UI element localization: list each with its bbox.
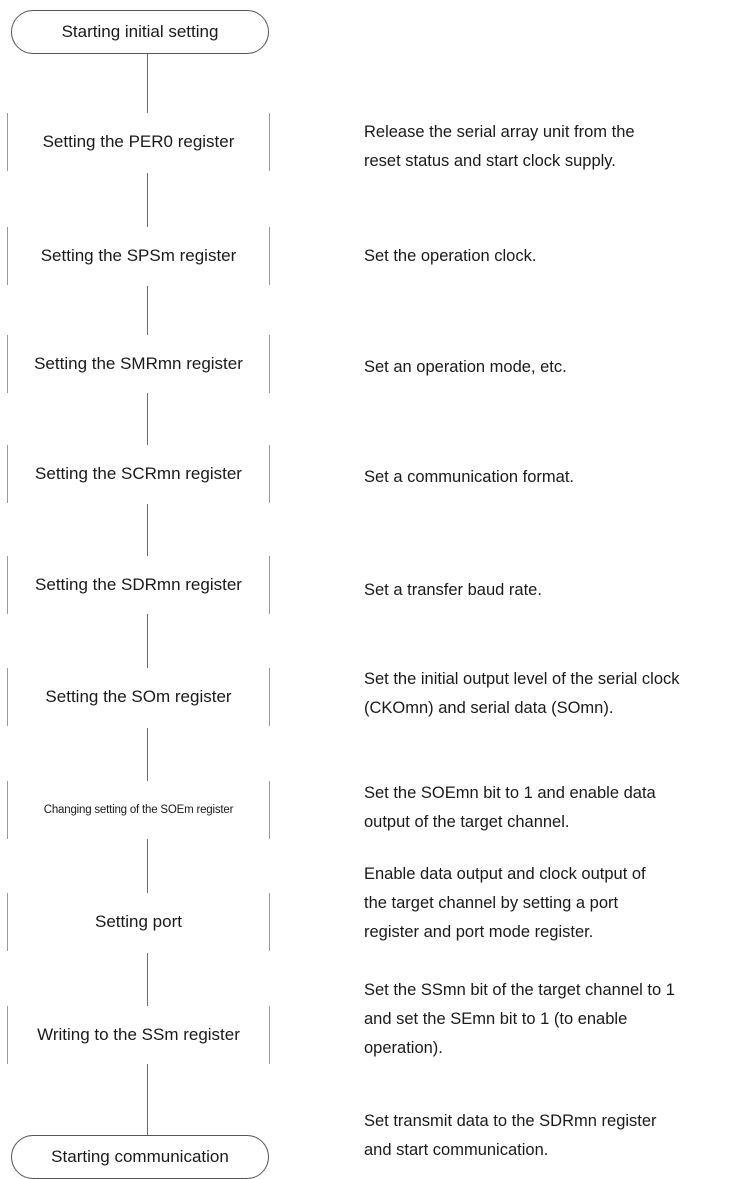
- connector-line: [147, 839, 148, 893]
- connector-line: [147, 286, 148, 341]
- note-line: and set the SEmn bit to 1 (to enable: [364, 1010, 628, 1028]
- note-line: Set the SOEmn bit to 1 and enable data: [364, 784, 656, 802]
- connector-line: [147, 173, 148, 227]
- note-scrmn: Set a communication format.: [364, 463, 742, 492]
- connector-line: [147, 1064, 148, 1135]
- note-ssm: Set the SSmn bit of the target channel t…: [364, 976, 742, 1063]
- note-line: Set an operation mode, etc.: [364, 358, 567, 376]
- step-ssm: Writing to the SSm register: [7, 1006, 270, 1064]
- note-spsm: Set the operation clock.: [364, 242, 742, 271]
- note-line: operation).: [364, 1039, 443, 1057]
- note-line: Enable data output and clock output of: [364, 865, 646, 883]
- step-smrmn: Setting the SMRmn register: [7, 335, 270, 393]
- connector-line: [147, 614, 148, 676]
- note-line: Set a transfer baud rate.: [364, 581, 542, 599]
- note-sdrmn: Set a transfer baud rate.: [364, 576, 742, 605]
- note-port: Enable data output and clock output of t…: [364, 860, 742, 947]
- note-line: Set transmit data to the SDRmn register: [364, 1112, 657, 1130]
- note-line: Release the serial array unit from the: [364, 123, 635, 141]
- note-smrmn: Set an operation mode, etc.: [364, 353, 742, 382]
- note-line: Set a communication format.: [364, 468, 575, 486]
- connector-line: [147, 391, 148, 450]
- step-som: Setting the SOm register: [7, 668, 270, 726]
- step-port: Setting port: [7, 893, 270, 951]
- connector-line: [147, 953, 148, 1006]
- note-line: output of the target channel.: [364, 813, 570, 831]
- step-sdrmn: Setting the SDRmn register: [7, 556, 270, 614]
- note-communication: Set transmit data to the SDRmn register …: [364, 1107, 742, 1165]
- step-per0: Setting the PER0 register: [7, 113, 270, 171]
- note-line: reset status and start clock supply.: [364, 152, 616, 170]
- note-line: the target channel by setting a port: [364, 894, 619, 912]
- note-soem: Set the SOEmn bit to 1 and enable data o…: [364, 779, 742, 837]
- connector-line: [147, 728, 148, 781]
- note-line: Set the SSmn bit of the target channel t…: [364, 981, 675, 999]
- note-som: Set the initial output level of the seri…: [364, 665, 742, 723]
- start-terminal: Starting initial setting: [11, 10, 269, 54]
- note-line: (CKOmn) and serial data (SOmn).: [364, 699, 614, 717]
- note-per0: Release the serial array unit from the r…: [364, 118, 742, 176]
- end-terminal: Starting communication: [11, 1135, 269, 1179]
- step-spsm: Setting the SPSm register: [7, 227, 270, 285]
- note-line: register and port mode register.: [364, 923, 594, 941]
- note-line: and start communication.: [364, 1141, 549, 1159]
- note-line: Set the operation clock.: [364, 247, 537, 265]
- step-scrmn: Setting the SCRmn register: [7, 445, 270, 503]
- note-line: Set the initial output level of the seri…: [364, 670, 680, 688]
- step-soem: Changing setting of the SOEm register: [7, 781, 270, 839]
- connector-line: [147, 54, 148, 113]
